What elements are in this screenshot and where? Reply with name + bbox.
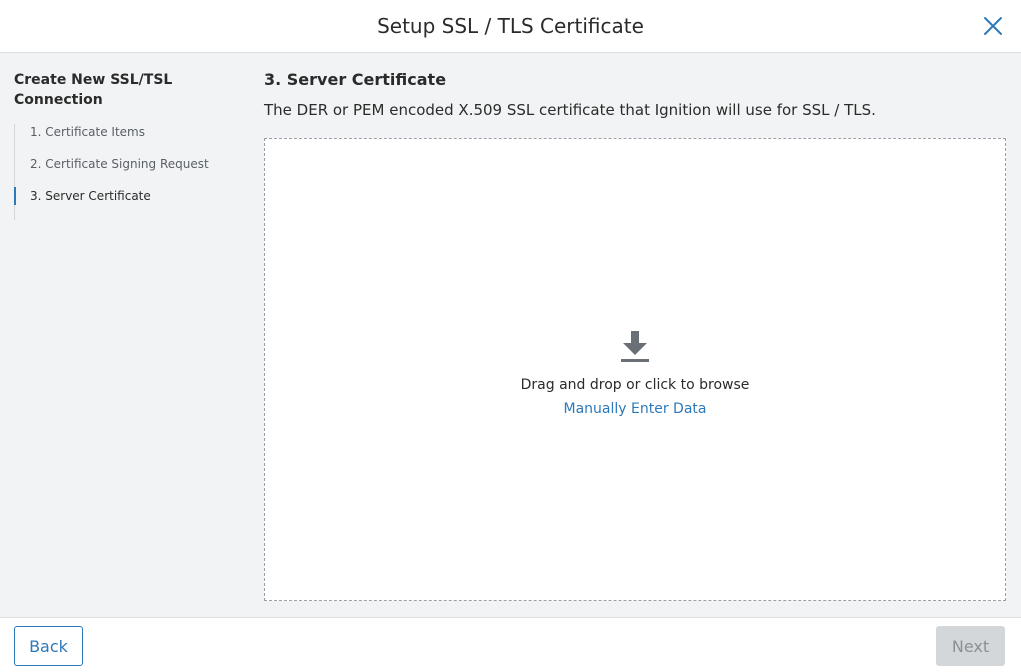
section-description: The DER or PEM encoded X.509 SSL certifi…: [264, 101, 876, 119]
step-label: 3. Server Certificate: [30, 189, 151, 203]
wizard-sidebar: Create New SSL/TSL Connection 1. Certifi…: [14, 70, 234, 220]
dropzone-text: Drag and drop or click to browse: [520, 377, 750, 393]
dialog-header: Setup SSL / TLS Certificate: [0, 0, 1021, 53]
next-button[interactable]: Next: [936, 626, 1005, 666]
step-label: 2. Certificate Signing Request: [30, 157, 209, 171]
manually-enter-data-link[interactable]: Manually Enter Data: [564, 401, 707, 417]
step-certificate-items[interactable]: 1. Certificate Items: [15, 124, 234, 156]
step-certificate-signing-request[interactable]: 2. Certificate Signing Request: [15, 156, 234, 188]
step-label: 1. Certificate Items: [30, 125, 145, 139]
close-icon[interactable]: [981, 14, 1005, 38]
download-icon: [621, 331, 649, 362]
dialog-title: Setup SSL / TLS Certificate: [377, 14, 644, 38]
dialog-footer: Back Next: [0, 617, 1021, 672]
dropzone-content: Drag and drop or click to browse Manuall…: [265, 331, 1005, 417]
sidebar-heading: Create New SSL/TSL Connection: [14, 72, 173, 108]
step-list: 1. Certificate Items 2. Certificate Sign…: [14, 124, 234, 220]
main-content: 3. Server Certificate The DER or PEM enc…: [264, 70, 1006, 120]
file-dropzone[interactable]: Drag and drop or click to browse Manuall…: [264, 138, 1006, 601]
back-button[interactable]: Back: [14, 626, 83, 666]
step-server-certificate[interactable]: 3. Server Certificate: [14, 187, 234, 220]
section-title: 3. Server Certificate: [264, 70, 447, 89]
